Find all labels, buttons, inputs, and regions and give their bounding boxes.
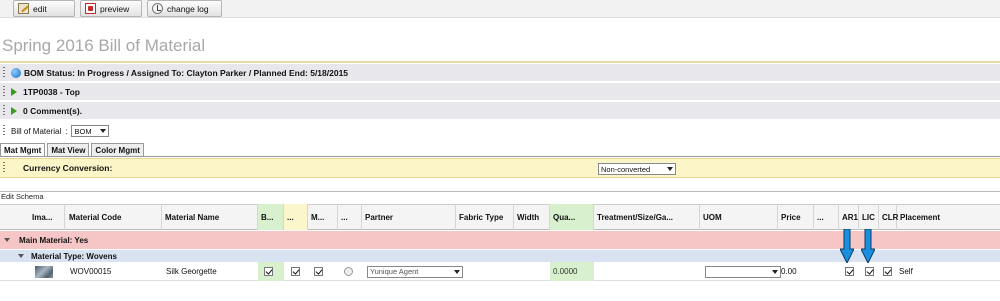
chevron-down-icon xyxy=(454,269,460,274)
currency-conversion-bar: Currency Conversion: Non-converted xyxy=(0,158,1000,178)
col-treatment[interactable]: Treatment/Size/Ga... xyxy=(594,204,700,230)
group-main-label: Main Material: Yes xyxy=(19,235,89,245)
checkbox-b[interactable] xyxy=(264,267,273,276)
cell-dots1 xyxy=(286,262,300,281)
partner-select[interactable]: Yunique Agent xyxy=(367,265,463,278)
checkbox-clr[interactable] xyxy=(883,267,892,276)
chevron-down-icon xyxy=(667,167,673,171)
cell-price: 0.00 xyxy=(781,267,797,276)
change-log-button[interactable]: change log xyxy=(147,0,222,17)
checkbox-dots1[interactable] xyxy=(291,267,300,276)
grip-handle[interactable] xyxy=(3,125,5,137)
expand-arrow-icon[interactable] xyxy=(11,106,17,115)
status-text: BOM Status: In Progress / Assigned To: C… xyxy=(24,67,349,78)
bom-select-value: BOM xyxy=(74,126,92,136)
toolbar: edit preview change log xyxy=(0,0,1000,18)
tab-divider xyxy=(0,156,1000,157)
checkbox-m[interactable] xyxy=(314,267,323,276)
cell-uom xyxy=(702,262,781,281)
change-log-icon xyxy=(152,3,163,14)
preview-label: preview xyxy=(100,3,130,14)
fabric-image xyxy=(35,265,53,278)
tab-mat-view[interactable]: Mat View xyxy=(47,143,90,156)
grip-handle[interactable] xyxy=(3,66,5,79)
currency-select[interactable]: Non-converted xyxy=(598,163,676,175)
col-dots1[interactable]: ... xyxy=(284,204,308,230)
partner-select-value: Yunique Agent xyxy=(370,267,419,276)
bom-select[interactable]: BOM xyxy=(71,125,110,137)
col-material-code[interactable]: Material Code xyxy=(66,204,162,230)
placement-section[interactable]: 1TP0038 - Top xyxy=(0,83,1000,101)
title-divider xyxy=(0,61,1000,63)
annotation-arrow-icon xyxy=(861,229,875,263)
cell-b xyxy=(258,262,284,281)
comments-section[interactable]: 0 Comment(s). xyxy=(0,102,1000,120)
edit-icon xyxy=(18,3,29,14)
col-quantity[interactable]: Qua... xyxy=(550,204,594,230)
cell-placement: Self xyxy=(899,267,913,276)
comments-title: 0 Comment(s). xyxy=(23,105,83,116)
col-dots3[interactable]: ... xyxy=(814,204,839,230)
grip-handle[interactable] xyxy=(3,85,5,98)
col-partner[interactable]: Partner xyxy=(362,204,456,230)
col-fabric-type[interactable]: Fabric Type xyxy=(456,204,514,230)
cell-quantity[interactable]: 0.0000 xyxy=(550,262,594,281)
radio-button[interactable] xyxy=(344,267,353,276)
bom-colon: : xyxy=(65,126,68,136)
col-placement[interactable]: Placement xyxy=(897,204,1000,230)
cell-clr xyxy=(880,262,892,281)
col-material-name[interactable]: Material Name xyxy=(162,204,258,230)
col-ar1[interactable]: AR1 xyxy=(839,204,859,230)
pdf-icon xyxy=(85,3,96,14)
cell-ar1 xyxy=(842,262,854,281)
annotation-arrow-icon xyxy=(840,229,854,263)
col-price[interactable]: Price xyxy=(778,204,814,230)
edit-button[interactable]: edit xyxy=(13,0,75,17)
col-width[interactable]: Width xyxy=(514,204,550,230)
col-image[interactable]: Ima... xyxy=(29,204,65,230)
chevron-down-icon[interactable] xyxy=(4,238,10,242)
cell-lic xyxy=(862,262,874,281)
edit-schema-link[interactable]: Edit Schema xyxy=(0,191,1000,201)
tab-color-mgmt[interactable]: Color Mgmt xyxy=(91,143,144,156)
preview-button[interactable]: preview xyxy=(80,0,142,17)
currency-select-value: Non-converted xyxy=(601,164,651,174)
col-dots2[interactable]: ... xyxy=(338,204,362,230)
col-lic[interactable]: LIC xyxy=(859,204,879,230)
col-clr[interactable]: CLR xyxy=(879,204,898,230)
expand-arrow-icon[interactable] xyxy=(11,87,17,96)
page-title: Spring 2016 Bill of Material xyxy=(2,36,206,55)
currency-label: Currency Conversion: xyxy=(23,163,113,173)
change-log-label: change log xyxy=(167,3,209,14)
table-row[interactable]: WOV00015 Silk Georgette Yunique Agent 0.… xyxy=(0,262,1000,281)
cell-m xyxy=(310,262,323,281)
globe-icon xyxy=(11,67,21,78)
bom-label: Bill of Material xyxy=(11,126,62,136)
checkbox-lic[interactable] xyxy=(865,267,874,276)
group-type-label: Material Type: Wovens xyxy=(31,251,117,261)
col-uom[interactable]: UOM xyxy=(700,204,778,230)
uom-select[interactable] xyxy=(705,265,781,278)
material-thumbnail[interactable] xyxy=(32,262,53,281)
chevron-down-icon[interactable] xyxy=(18,254,24,258)
bom-selector-row: Bill of Material : BOM xyxy=(0,122,1000,140)
checkbox-ar1[interactable] xyxy=(845,267,854,276)
tab-mat-mgmt[interactable]: Mat Mgmt xyxy=(0,143,46,156)
col-m[interactable]: M... xyxy=(308,204,338,230)
grip-handle[interactable] xyxy=(3,104,5,117)
status-bar[interactable]: BOM Status: In Progress / Assigned To: C… xyxy=(0,64,1000,82)
edit-label: edit xyxy=(33,3,47,14)
placement-title: 1TP0038 - Top xyxy=(23,86,80,97)
cell-partner: Yunique Agent xyxy=(364,262,463,281)
cell-material-name: Silk Georgette xyxy=(166,267,217,276)
chevron-down-icon xyxy=(100,129,107,133)
tab-bar: Mat Mgmt Mat View Color Mgmt xyxy=(0,143,146,156)
cell-dots2 xyxy=(340,262,353,281)
col-b[interactable]: B... xyxy=(258,204,284,230)
cell-material-code: WOV00015 xyxy=(70,267,112,276)
grip-handle[interactable] xyxy=(3,162,5,174)
